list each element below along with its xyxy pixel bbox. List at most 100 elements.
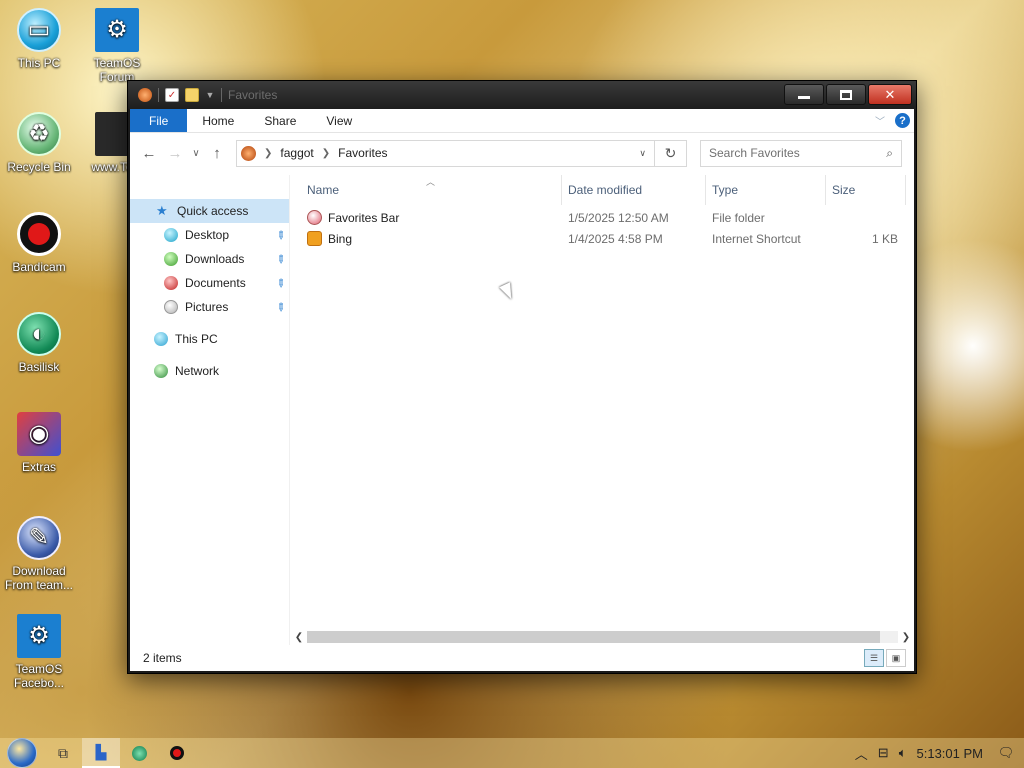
basilisk-icon (131, 745, 147, 761)
taskbar-basilisk[interactable] (120, 738, 158, 768)
back-arrow-icon: ← (141, 144, 157, 162)
clock[interactable]: 5:13:01 PM (917, 746, 984, 761)
column-header-date[interactable]: Date modified (562, 175, 706, 205)
scroll-left-icon[interactable]: ❮ (291, 632, 307, 643)
maximize-button[interactable] (826, 84, 866, 105)
title-bar[interactable]: ✓ ▼ Favorites ✕ (128, 81, 916, 109)
show-hidden-icons-chevron-icon[interactable]: ︿ (855, 744, 868, 763)
column-label: Date modified (568, 183, 643, 197)
details-view-icon: ☰ (869, 652, 879, 663)
search-icon[interactable]: ⌕ (886, 146, 893, 161)
file-size: 1 KB (871, 231, 898, 246)
windows-orb-icon (7, 738, 37, 768)
start-button[interactable] (0, 738, 44, 768)
nav-network[interactable]: Network (130, 359, 289, 383)
nav-desktop[interactable]: Desktop ✎ (130, 223, 289, 247)
refresh-icon: ↻ (664, 144, 677, 161)
taskbar-bandicam[interactable] (158, 738, 196, 768)
task-view-icon: ⧉ (58, 744, 68, 761)
pin-icon: ✎ (272, 299, 288, 315)
tab-file[interactable]: File (130, 109, 188, 132)
file-type: File folder (712, 210, 765, 225)
pin-icon: ✎ (272, 227, 288, 243)
desktop-icon-extras[interactable]: ◉ Extras (0, 412, 78, 474)
address-bar[interactable]: ❯ faggot ❯ Favorites ∨ (236, 139, 655, 167)
scroll-thumb[interactable] (307, 631, 881, 643)
breadcrumb-favorites[interactable]: Favorites (338, 146, 387, 160)
desktop-icon-label: Extras (21, 460, 56, 474)
large-icons-view-icon: ▣ (891, 652, 901, 663)
forward-button[interactable]: → (164, 142, 186, 164)
file-date: 1/5/2025 12:50 AM (568, 210, 669, 225)
file-row[interactable]: Favorites Bar 1/5/2025 12:50 AM File fol… (291, 207, 914, 228)
forward-arrow-icon: → (167, 144, 183, 162)
star-icon: ★ (156, 203, 168, 218)
desktop-icon-recycle-bin[interactable]: ♻ Recycle Bin (0, 112, 78, 174)
desktop-icon-teamos-facebook[interactable]: ⚙ TeamOS Facebo... (0, 614, 78, 690)
volume-icon[interactable]: 🔈︎ (899, 745, 907, 761)
search-input[interactable] (709, 146, 869, 160)
help-icon[interactable]: ? (895, 113, 910, 128)
sort-ascending-icon: ︿ (426, 177, 436, 187)
nav-label: Documents (185, 276, 246, 290)
close-button[interactable]: ✕ (868, 84, 912, 105)
tab-share[interactable]: Share (249, 109, 311, 132)
horizontal-scrollbar[interactable]: ❮ ❯ (291, 629, 914, 645)
gear-icon: ⚙ (95, 8, 139, 52)
nav-this-pc[interactable]: This PC (130, 327, 289, 351)
address-dropdown-icon[interactable]: ∨ (639, 148, 646, 159)
downloads-icon (164, 252, 178, 266)
properties-icon[interactable]: ✓ (165, 88, 179, 102)
network-status-icon[interactable]: ⊟ (878, 745, 889, 761)
scroll-track[interactable] (307, 631, 898, 643)
nav-downloads[interactable]: Downloads ✎ (130, 247, 289, 271)
large-icons-view-button[interactable]: ▣ (886, 649, 906, 667)
desktop-icon-label: Download From team... (4, 564, 73, 592)
scroll-right-icon[interactable]: ❯ (898, 632, 914, 643)
column-header-size[interactable]: Size (826, 175, 906, 205)
desktop-icon-bandicam[interactable]: Bandicam (0, 212, 78, 274)
pin-icon: ✎ (272, 275, 288, 291)
breadcrumb-user[interactable]: faggot (280, 146, 313, 160)
minimize-button[interactable] (784, 84, 824, 105)
file-name: Bing (328, 231, 353, 246)
chevron-down-icon: ∨ (192, 147, 200, 159)
new-folder-icon[interactable] (185, 88, 199, 102)
recent-locations-button[interactable]: ∨ (190, 142, 202, 164)
window-controls: ✕ (784, 84, 912, 105)
navigation-pane: ★ Quick access Desktop ✎ Downloads ✎ Doc… (130, 175, 290, 645)
column-header-type[interactable]: Type (706, 175, 826, 205)
desktop-icon-this-pc[interactable]: ▭ This PC (0, 8, 78, 70)
nav-pictures[interactable]: Pictures ✎ (130, 295, 289, 319)
file-list: Name ︿ Date modified Type Size Favorites… (291, 175, 914, 645)
desktop-icon-download[interactable]: ✎ Download From team... (0, 516, 78, 592)
nav-quick-access[interactable]: ★ Quick access (130, 199, 289, 223)
taskbar-file-explorer[interactable]: ▙ (82, 738, 120, 768)
pin-icon: ✎ (272, 251, 288, 267)
close-icon: ✕ (884, 86, 896, 102)
task-view-button[interactable]: ⧉ (44, 738, 82, 768)
tab-home[interactable]: Home (187, 109, 249, 132)
refresh-button[interactable]: ↻ (655, 139, 687, 167)
taskbar: ⧉ ▙ ︿ ⊟ 🔈︎ 5:13:01 PM 🗨︎ (0, 738, 1024, 768)
app-icon[interactable] (138, 88, 152, 102)
details-view-button[interactable]: ☰ (864, 649, 884, 667)
customize-toolbar-chevron-icon[interactable]: ▼ (205, 88, 215, 102)
toolbar-separator (221, 88, 222, 102)
desktop-icon-basilisk[interactable]: ◐ Basilisk (0, 312, 78, 374)
breadcrumb-separator-icon[interactable]: ❯ (322, 148, 330, 159)
nav-documents[interactable]: Documents ✎ (130, 271, 289, 295)
basilisk-icon: ◐ (17, 312, 61, 356)
file-row[interactable]: Bing 1/4/2025 4:58 PM Internet Shortcut … (291, 228, 914, 249)
nav-label: Pictures (185, 300, 229, 314)
expand-ribbon-chevron-icon[interactable]: ﹀ (875, 113, 885, 128)
tab-view[interactable]: View (311, 109, 367, 132)
column-headers: Name ︿ Date modified Type Size (291, 175, 914, 205)
back-button[interactable]: ← (138, 142, 160, 164)
up-button[interactable]: ↑ (206, 142, 228, 164)
breadcrumb-separator-icon[interactable]: ❯ (264, 148, 272, 159)
desktop-icon-teamos-forum[interactable]: ⚙ TeamOS Forum (78, 8, 156, 84)
action-center-icon[interactable]: 🗨︎ (993, 745, 1019, 761)
file-size (826, 207, 898, 228)
search-box[interactable]: ⌕ (700, 139, 902, 167)
